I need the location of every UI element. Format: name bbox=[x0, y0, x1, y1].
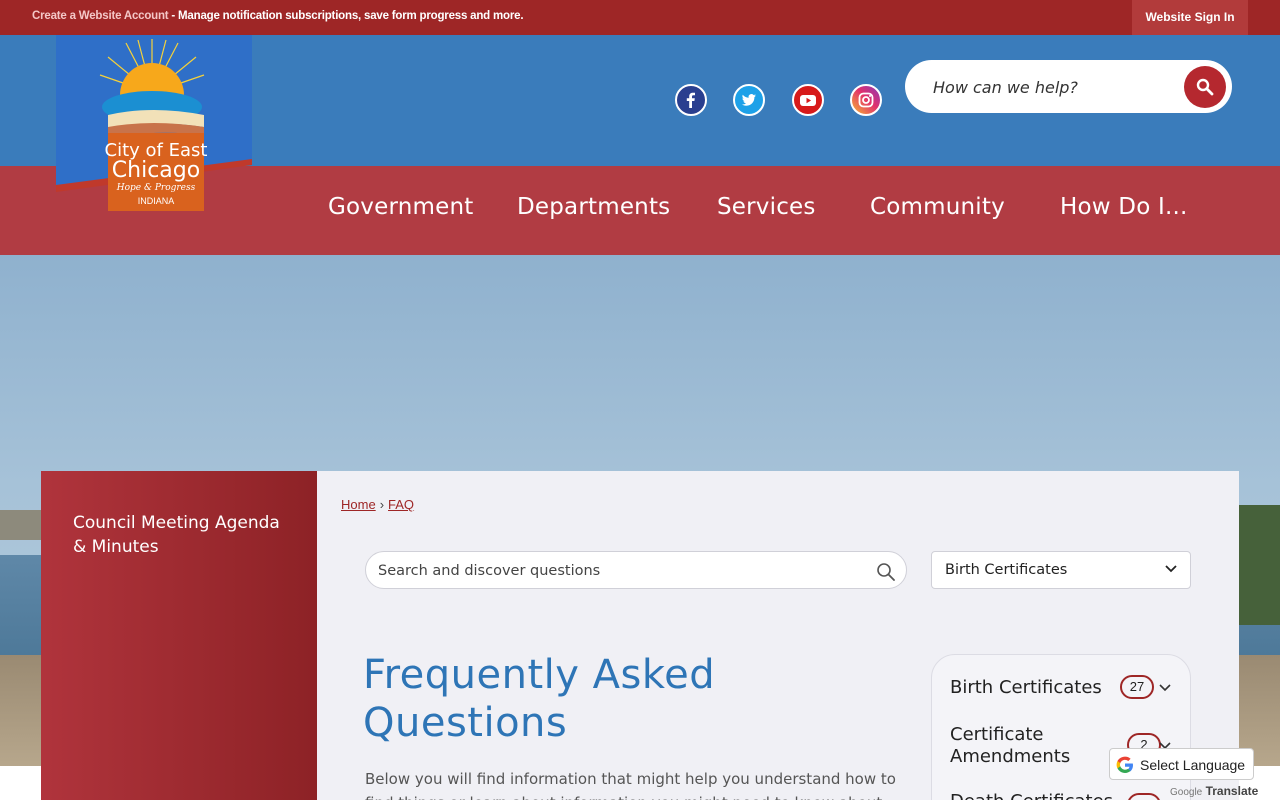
logo-state: INDIANA bbox=[138, 196, 175, 206]
category-item-birth-certificates[interactable]: Birth Certificates bbox=[950, 677, 1102, 699]
logo-tagline: Hope & Progress bbox=[116, 183, 196, 193]
category-count: 3 bbox=[1127, 793, 1161, 800]
search-icon[interactable] bbox=[876, 562, 896, 582]
search-icon bbox=[1196, 78, 1214, 96]
nav-item-departments[interactable]: Departments bbox=[517, 194, 670, 220]
notification-text: - Manage notification subscriptions, sav… bbox=[168, 10, 524, 22]
site-search-button[interactable] bbox=[1184, 66, 1226, 108]
breadcrumb: Home › FAQ bbox=[341, 497, 414, 512]
chevron-down-icon bbox=[1165, 565, 1177, 573]
hero-shoreline bbox=[0, 510, 45, 540]
nav-item-how-do-i[interactable]: How Do I... bbox=[1060, 194, 1188, 220]
youtube-icon[interactable] bbox=[792, 84, 824, 116]
faq-search bbox=[365, 551, 907, 589]
nav-item-government[interactable]: Government bbox=[328, 194, 473, 220]
hero-trees bbox=[1235, 505, 1280, 625]
translate-label: Translate bbox=[1205, 784, 1259, 798]
nav-item-community[interactable]: Community bbox=[870, 194, 1005, 220]
faq-content: Home›FAQ Birth Certificates Frequently A… bbox=[317, 471, 1239, 800]
twitter-icon[interactable] bbox=[733, 84, 765, 116]
create-account-link[interactable]: Create a Website Account bbox=[32, 10, 169, 22]
faq-search-input[interactable] bbox=[378, 560, 858, 582]
powered-by-google-translate[interactable]: Google Translate bbox=[1170, 784, 1258, 798]
google-wordmark: Google bbox=[1170, 787, 1203, 798]
nav-item-services[interactable]: Services bbox=[717, 194, 816, 220]
chevron-down-icon[interactable] bbox=[1158, 683, 1172, 693]
language-select-label: Select Language bbox=[1140, 757, 1246, 773]
instagram-icon[interactable] bbox=[850, 84, 882, 116]
section-sidebar: Council Meeting Agenda & Minutes bbox=[41, 471, 317, 800]
category-item-death-certificates[interactable]: Death Certificates bbox=[950, 791, 1113, 800]
notification-bar: Create a Website Account - Manage notifi… bbox=[0, 0, 1280, 35]
logo-line2: Chicago bbox=[112, 158, 200, 183]
page-title: Frequently Asked Questions bbox=[363, 652, 716, 746]
site-search bbox=[905, 60, 1232, 113]
breadcrumb-separator: › bbox=[379, 497, 385, 512]
category-item-certificate-amendments[interactable]: Certificate Amendments bbox=[950, 724, 1110, 768]
language-select[interactable]: Select Language bbox=[1109, 748, 1254, 780]
google-g-icon bbox=[1116, 756, 1133, 773]
category-count: 27 bbox=[1120, 675, 1154, 699]
category-select-value: Birth Certificates bbox=[945, 562, 1068, 578]
facebook-icon[interactable] bbox=[675, 84, 707, 116]
faq-intro: Below you will find information that mig… bbox=[365, 770, 896, 800]
city-logo[interactable]: City of East Chicago Hope & Progress IND… bbox=[56, 35, 252, 213]
breadcrumb-faq[interactable]: FAQ bbox=[388, 497, 414, 512]
category-select[interactable]: Birth Certificates bbox=[931, 551, 1191, 589]
notification-message: Create a Website Account - Manage notifi… bbox=[32, 10, 524, 22]
breadcrumb-home[interactable]: Home bbox=[341, 497, 376, 512]
sidebar-item-council-meeting[interactable]: Council Meeting Agenda & Minutes bbox=[73, 511, 283, 559]
website-sign-in-button[interactable]: Website Sign In bbox=[1132, 0, 1248, 35]
site-search-input[interactable] bbox=[933, 74, 1173, 100]
